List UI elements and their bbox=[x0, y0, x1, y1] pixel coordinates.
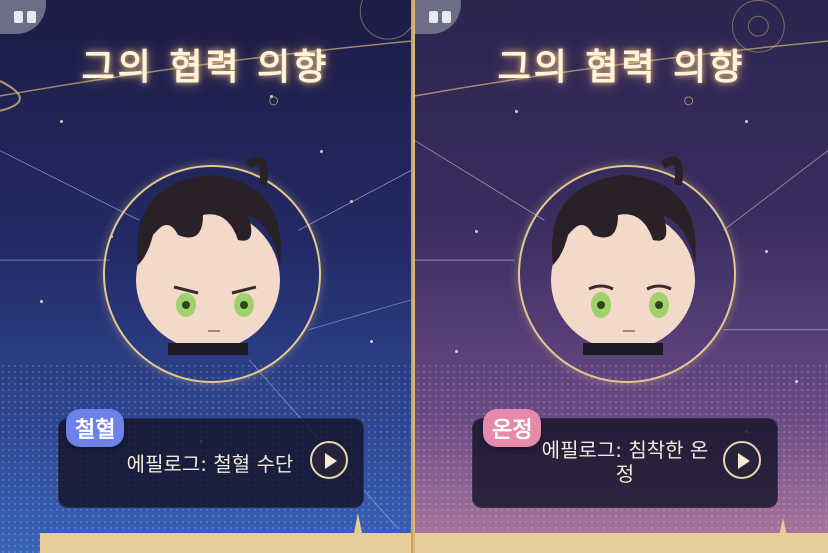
voice-line-text: 에필로그: 침착한 온 정 bbox=[525, 438, 725, 486]
trait-tag: 철혈 bbox=[66, 409, 125, 447]
pause-icon[interactable] bbox=[14, 11, 36, 25]
pause-icon[interactable] bbox=[429, 11, 451, 25]
play-icon bbox=[325, 453, 337, 469]
play-button[interactable] bbox=[723, 441, 761, 479]
wave-decoration bbox=[755, 518, 825, 553]
character-portrait bbox=[551, 156, 696, 355]
card-cold[interactable]: 그의 협력 의향 철혈 에필로그: 철혈 수단 bbox=[0, 0, 413, 553]
voice-line-text-line2: 정 bbox=[615, 462, 635, 486]
play-icon bbox=[738, 453, 750, 469]
character-portrait bbox=[136, 156, 281, 355]
voice-line-text-line1: 에필로그: 침착한 온 bbox=[541, 438, 709, 462]
play-button[interactable] bbox=[310, 441, 348, 479]
card-warm[interactable]: 그의 협력 의향 온정 에필로그: 침착한 온 정 bbox=[413, 0, 828, 553]
card-title: 그의 협력 의향 bbox=[81, 46, 330, 88]
voice-line-text: 에필로그: 철혈 수단 bbox=[126, 452, 294, 476]
card-title: 그의 협력 의향 bbox=[497, 46, 746, 88]
wave-decoration bbox=[330, 513, 410, 553]
